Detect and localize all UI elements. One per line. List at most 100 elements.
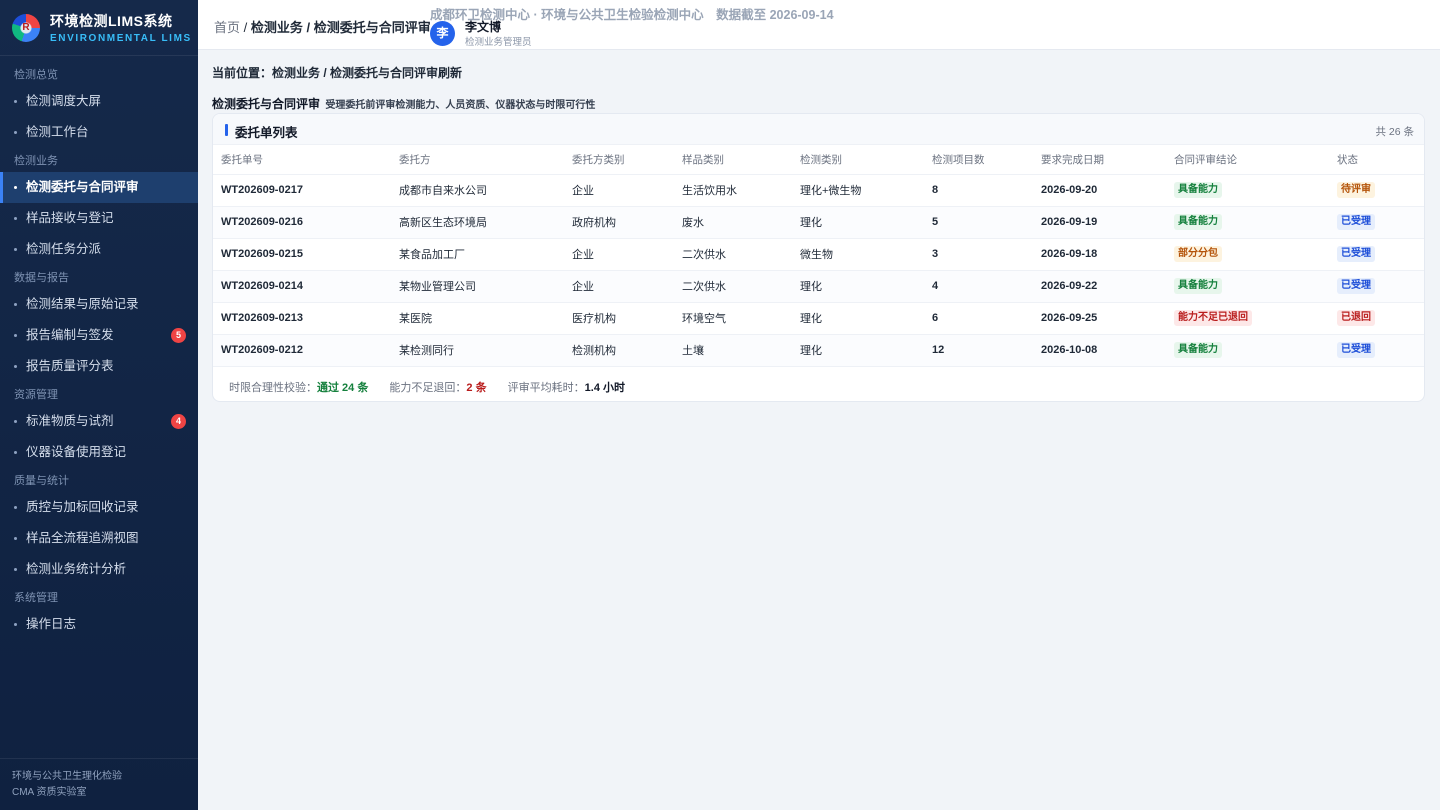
column-header[interactable]: 委托方	[391, 145, 564, 175]
sidebar-item[interactable]: 报告编制与签发 5	[0, 320, 198, 351]
user-name[interactable]: 李文博	[465, 18, 501, 35]
cell-sample: 环境空气	[674, 302, 792, 335]
cell-status: 已受理	[1329, 206, 1424, 239]
table-row[interactable]: WT202609-0217 成都市自来水公司 企业 生活饮用水 理化+微生物 8 2026-…	[213, 174, 1424, 207]
sidebar-item[interactable]: 标准物质与试剂 4	[0, 406, 198, 437]
cell-sample: 土壤	[674, 334, 792, 367]
review-conclusion-tag: 具备能力	[1174, 214, 1222, 230]
table-body: WT202609-0217 成都市自来水公司 企业 生活饮用水 理化+微生物 8 2026-…	[213, 174, 1424, 367]
cell-client: 某物业管理公司	[391, 270, 564, 303]
cell-sample: 生活饮用水	[674, 174, 792, 207]
commission-table: 委托单号 委托方 委托方类别 样品类别 检测类别 检测项目数 要求完成日期 合同评审结论 状态 …	[213, 145, 1424, 367]
cell-category: 理化	[792, 270, 924, 303]
nav-group-label: 数据与报告	[14, 272, 69, 284]
cell-category: 理化	[792, 334, 924, 367]
sidebar-item-label: 样品全流程追溯视图	[26, 531, 139, 545]
sidebar-item[interactable]: 操作日志	[0, 609, 198, 640]
table-row[interactable]: WT202609-0215 某食品加工厂 企业 二次供水 微生物 3 2026-09-18 部…	[213, 238, 1424, 271]
current-location: 当前位置：检测业务 / 检测委托与合同评审刷新	[212, 66, 463, 80]
cell-status: 已受理	[1329, 270, 1424, 303]
cell-id: WT202609-0215	[213, 238, 391, 271]
page-subtitle: 受理委托前评审检测能力、人员资质、仪器状态与时限可行性	[325, 100, 596, 111]
cell-client: 某医院	[391, 302, 564, 335]
cell-items: 8	[924, 174, 1033, 207]
cell-id: WT202609-0213	[213, 302, 391, 335]
title-accent-bar	[225, 124, 228, 136]
cell-status: 待评审	[1329, 174, 1424, 207]
sidebar-item[interactable]: 样品全流程追溯视图	[0, 523, 198, 554]
sidebar-item[interactable]: 仪器设备使用登记	[0, 437, 198, 468]
nav-group-label: 质量与统计	[14, 475, 69, 487]
sidebar-item[interactable]: 检测工作台	[0, 117, 198, 148]
cell-client: 高新区生态环境局	[391, 206, 564, 239]
table-row[interactable]: WT202609-0213 某医院 医疗机构 环境空气 理化 6 2026-09-25 能力不…	[213, 302, 1424, 335]
cell-client-type: 企业	[564, 270, 674, 303]
cell-id: WT202609-0214	[213, 270, 391, 303]
breadcrumb-separator: /	[243, 20, 248, 35]
summary-avg-time: 评审平均耗时：1.4 小时	[508, 382, 625, 394]
notification-badge: 4	[171, 414, 186, 429]
column-header[interactable]: 委托单号	[213, 145, 391, 175]
nav-group-label: 资源管理	[14, 389, 58, 401]
cell-items: 12	[924, 334, 1033, 367]
sidebar-item[interactable]: 报告质量评分表	[0, 351, 198, 382]
sidebar-item[interactable]: 检测调度大屏	[0, 86, 198, 117]
column-header[interactable]: 委托方类别	[564, 145, 674, 175]
table-row[interactable]: WT202609-0216 高新区生态环境局 政府机构 废水 理化 5 2026-09-19…	[213, 206, 1424, 239]
table-row[interactable]: WT202609-0214 某物业管理公司 企业 二次供水 理化 4 2026-09-22 具…	[213, 270, 1424, 303]
cell-sample: 废水	[674, 206, 792, 239]
nav-group-label: 系统管理	[14, 592, 58, 604]
cell-conclusion: 具备能力	[1166, 174, 1329, 207]
breadcrumb-home[interactable]: 首页	[214, 20, 240, 35]
brand-text: 环境检测LIMS系统 ENVIRONMENTAL LIMS	[50, 11, 192, 44]
cell-client-type: 企业	[564, 174, 674, 207]
sidebar-nav: 检测总览 检测调度大屏 检测工作台 检测业务 检测委托与合同评审 样品接收与登记 检测任务分…	[0, 56, 198, 640]
column-header[interactable]: 样品类别	[674, 145, 792, 175]
logo-letter: R	[22, 21, 30, 33]
cell-due: 2026-09-25	[1033, 302, 1166, 335]
column-header[interactable]: 要求完成日期	[1033, 145, 1166, 175]
cell-due: 2026-09-20	[1033, 174, 1166, 207]
cell-category: 理化	[792, 302, 924, 335]
table-row[interactable]: WT202609-0212 某检测同行 检测机构 土壤 理化 12 2026-10-08 具备…	[213, 334, 1424, 367]
cell-client: 某检测同行	[391, 334, 564, 367]
page-title-text: 检测委托与合同评审	[212, 97, 321, 111]
cell-conclusion: 具备能力	[1166, 206, 1329, 239]
sidebar-item[interactable]: 检测结果与原始记录	[0, 289, 198, 320]
column-header[interactable]: 合同评审结论	[1166, 145, 1329, 175]
table-header-row: 委托单号 委托方 委托方类别 样品类别 检测类别 检测项目数 要求完成日期 合同评审结论 状态	[213, 145, 1424, 175]
sidebar-item[interactable]: 样品接收与登记	[0, 203, 198, 234]
cell-items: 5	[924, 206, 1033, 239]
sidebar-item[interactable]: 检测委托与合同评审	[0, 172, 198, 203]
column-header[interactable]: 状态	[1329, 145, 1424, 175]
review-conclusion-tag: 能力不足已退回	[1174, 310, 1252, 326]
cell-sample: 二次供水	[674, 270, 792, 303]
cell-due: 2026-09-18	[1033, 238, 1166, 271]
sidebar-item-label: 检测调度大屏	[26, 94, 102, 108]
cell-conclusion: 具备能力	[1166, 270, 1329, 303]
status-badge: 已退回	[1337, 310, 1375, 326]
brand[interactable]: R 环境检测LIMS系统 ENVIRONMENTAL LIMS	[0, 0, 198, 56]
status-badge: 已受理	[1337, 342, 1375, 358]
sidebar-item[interactable]: 检测任务分派	[0, 234, 198, 265]
lims-logo-icon: R	[12, 13, 40, 42]
review-conclusion-tag: 部分分包	[1174, 246, 1222, 262]
record-count: 共 26 条	[1375, 126, 1414, 138]
status-badge: 已受理	[1337, 278, 1375, 294]
sidebar-item[interactable]: 检测业务统计分析	[0, 554, 198, 585]
cell-category: 理化+微生物	[792, 174, 924, 207]
sidebar-item-label: 检测委托与合同评审	[26, 180, 139, 194]
cell-items: 3	[924, 238, 1033, 271]
sidebar-item[interactable]: 质控与加标回收记录	[0, 492, 198, 523]
column-header[interactable]: 检测项目数	[924, 145, 1033, 175]
nav-group-label: 检测业务	[14, 155, 58, 167]
column-header[interactable]: 检测类别	[792, 145, 924, 175]
avatar[interactable]: 李	[430, 21, 455, 46]
summary-returned-label: 能力不足退回：	[389, 381, 467, 394]
breadcrumb: 首页 / 检测业务 / 检测委托与合同评审	[214, 17, 431, 36]
status-badge: 待评审	[1337, 182, 1375, 198]
cell-due: 2026-09-22	[1033, 270, 1166, 303]
cell-id: WT202609-0216	[213, 206, 391, 239]
user-role: 检测业务管理员	[465, 37, 532, 48]
summary-avg-time-label: 评审平均耗时：	[507, 381, 585, 394]
